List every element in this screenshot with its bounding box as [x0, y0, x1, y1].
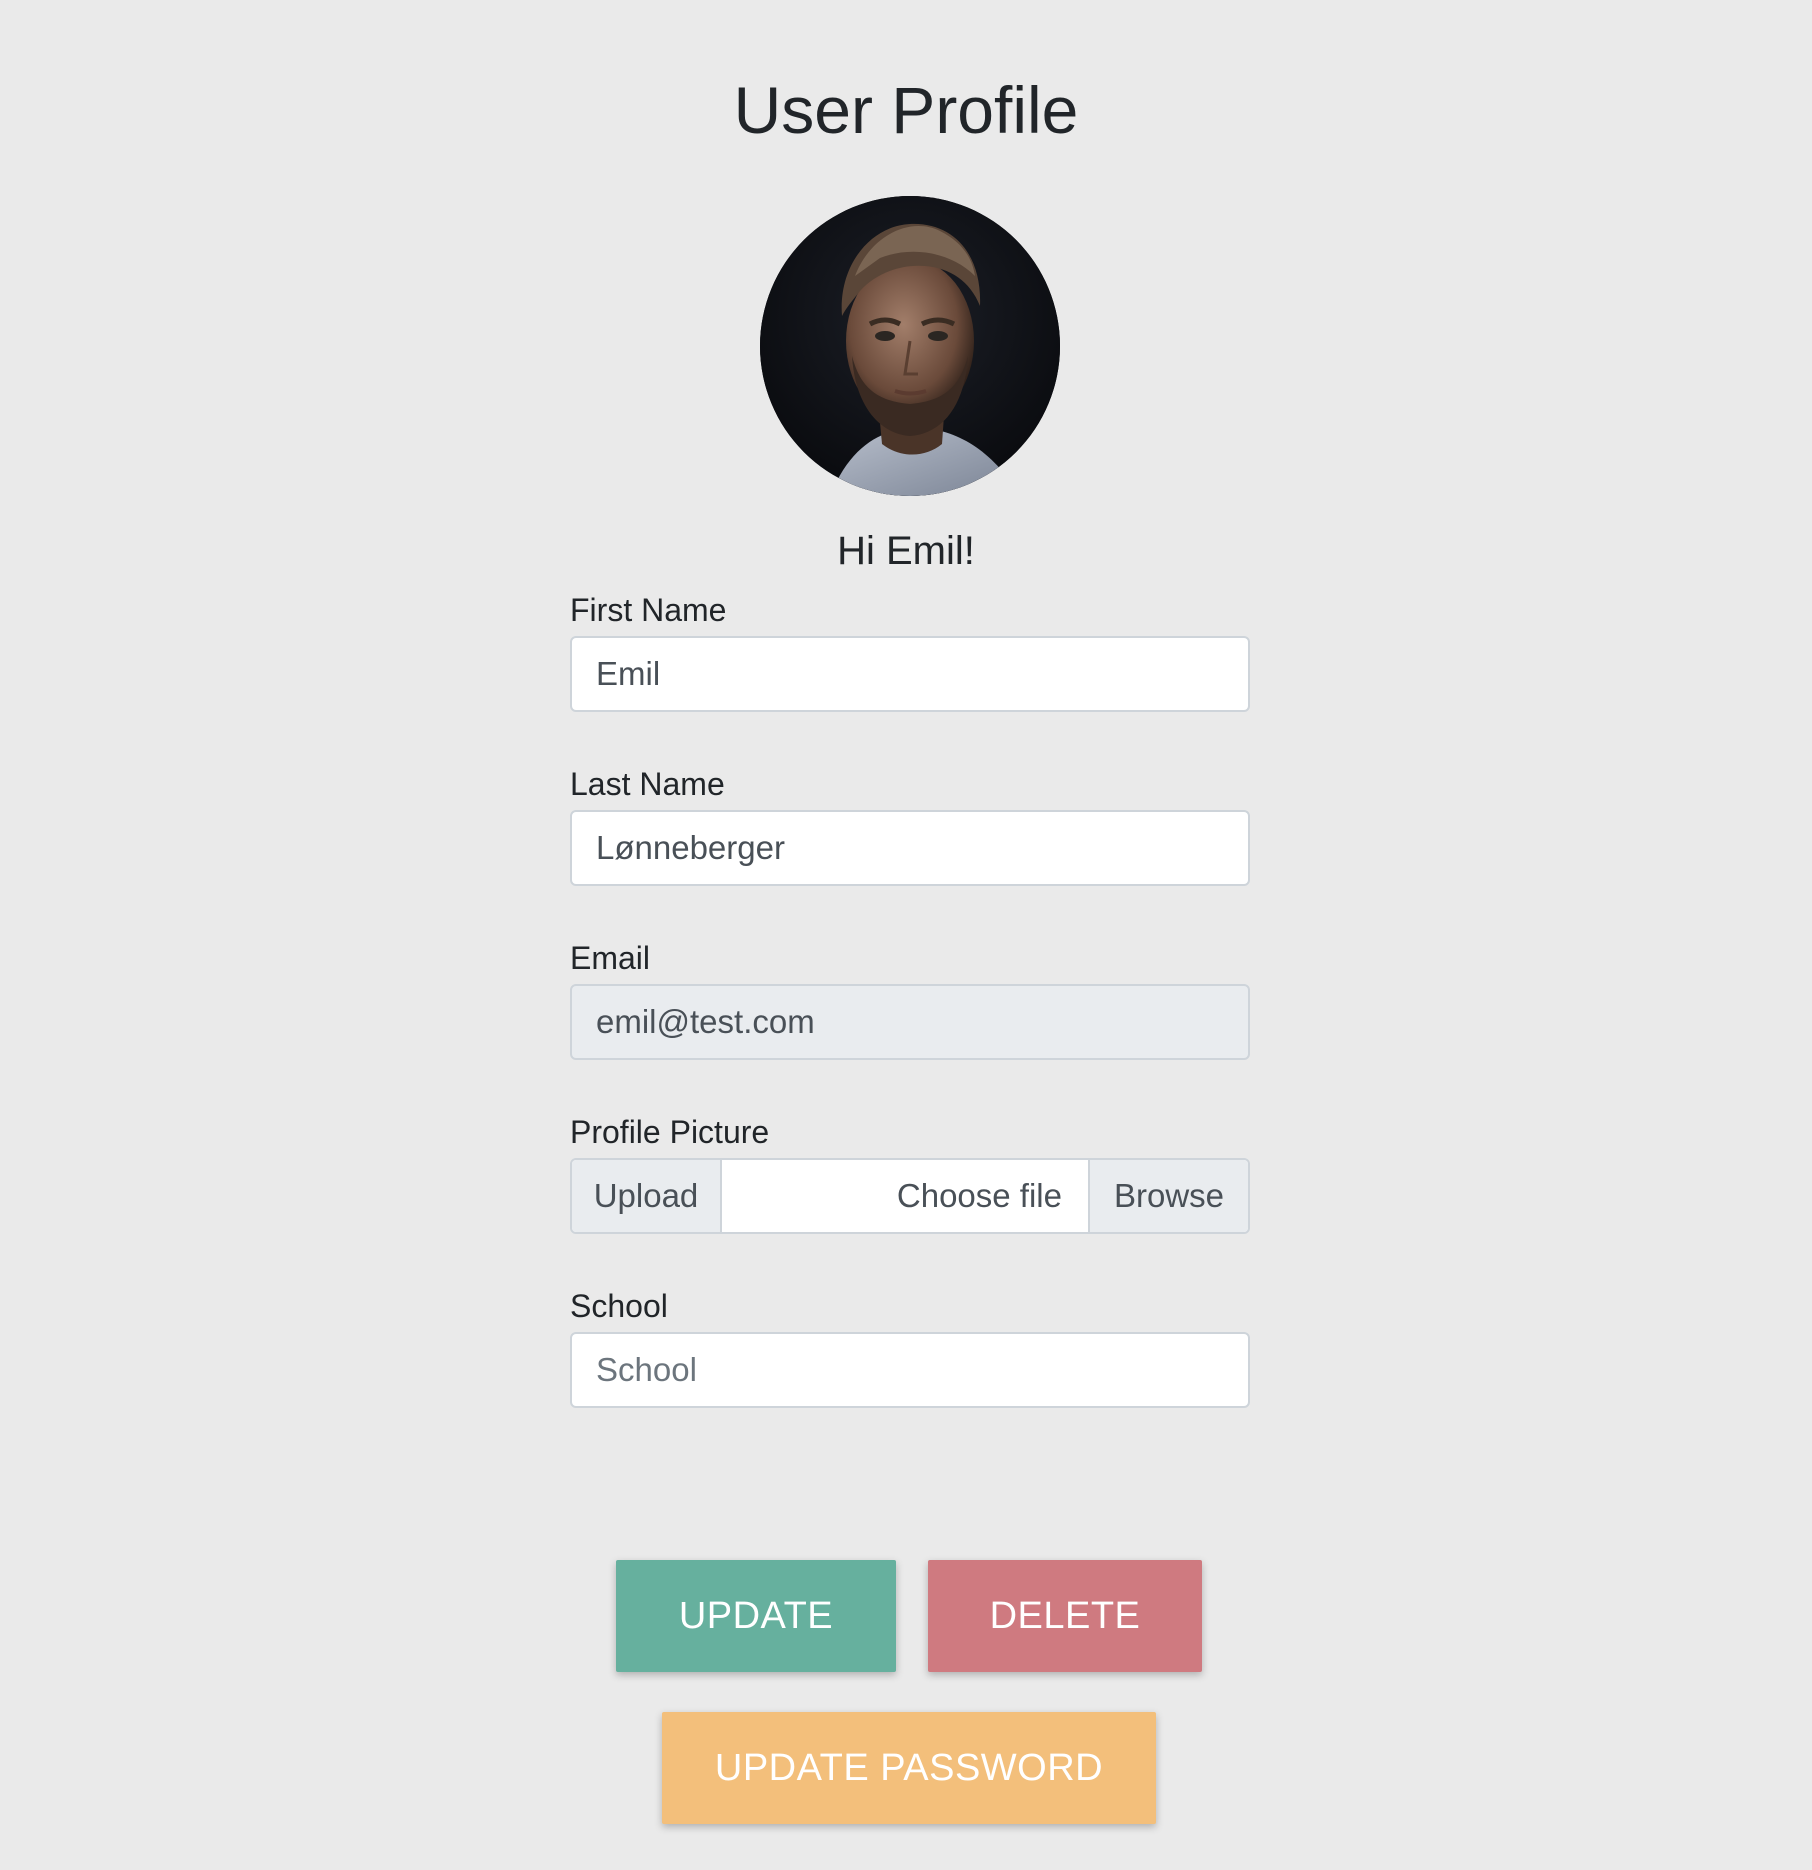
- greeting-text: Hi Emil!: [837, 529, 975, 573]
- first-name-label: First Name: [570, 592, 727, 628]
- delete-button[interactable]: DELETE: [928, 1560, 1202, 1672]
- first-name-input[interactable]: [570, 636, 1250, 712]
- avatar: [760, 196, 1060, 496]
- last-name-label: Last Name: [570, 766, 725, 802]
- profile-picture-upload: Upload Choose file Browse: [570, 1158, 1250, 1234]
- upload-addon: Upload: [572, 1160, 722, 1232]
- school-input[interactable]: [570, 1332, 1250, 1408]
- update-button[interactable]: UPDATE: [616, 1560, 896, 1672]
- email-label: Email: [570, 940, 651, 976]
- profile-picture-label: Profile Picture: [570, 1114, 770, 1150]
- page-title: User Profile: [733, 73, 1079, 147]
- avatar-image: [760, 196, 1060, 496]
- last-name-input[interactable]: [570, 810, 1250, 886]
- update-password-button[interactable]: UPDATE PASSWORD: [662, 1712, 1156, 1824]
- school-label: School: [570, 1288, 668, 1324]
- user-profile-page: User Profile Hi Emil! First Name Emil La…: [0, 0, 1812, 1870]
- email-input: [570, 984, 1250, 1060]
- profile-form: First Name Last Name Email Profile Pictu…: [570, 590, 1250, 1460]
- browse-button[interactable]: Browse: [1088, 1160, 1248, 1232]
- choose-file-input[interactable]: Choose file: [722, 1160, 1088, 1232]
